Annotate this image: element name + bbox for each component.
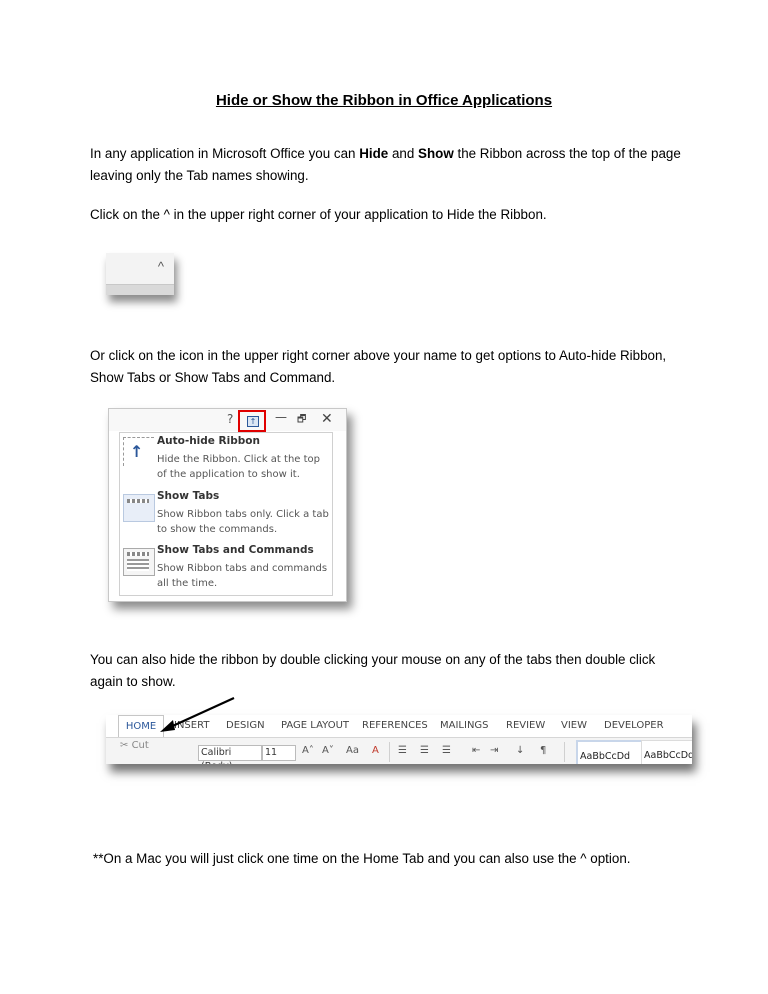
style-no-spacing: AaBbCcDd [641,740,692,764]
style-normal: AaBbCcDd [576,740,644,764]
close-icon: ✕ [321,411,333,427]
menu-item-show-tabs: Show Tabs Show Ribbon tabs only. Click a… [120,490,332,544]
group-divider [389,742,390,762]
font-size-box: 11 [262,745,296,761]
change-case-icon: Aa [346,745,359,756]
scissors-icon: ✂ [120,740,129,751]
sort-icon: ↓ [516,745,525,756]
menu-item-description: Show Ribbon tabs and commands all the ti… [157,563,328,589]
tab-home: HOME [118,715,164,738]
pointer-arrow-icon [160,696,235,732]
double-click-instruction: You can also hide the ribbon by double c… [90,652,656,689]
menu-item-heading: Show Tabs [157,490,220,502]
font-name-box: Calibri (Body) [198,745,262,764]
mac-note: **On a Mac you will just click one time … [93,851,631,866]
tab-mailings: MAILINGS [440,720,489,731]
page-title: Hide or Show the Ribbon in Office Applic… [215,92,553,109]
ribbon-edge [106,284,174,295]
hide-word: Hide [359,146,389,161]
shrink-font-icon: A˅ [322,745,334,756]
caret-instruction: Click on the ^ in the upper right corner… [90,207,547,222]
show-formatting-marks-icon: ¶ [540,745,547,756]
menu-item-description: Hide the Ribbon. Click at the top of the… [157,454,321,480]
menu-item-heading: Auto-hide Ribbon [157,435,260,447]
numbering-icon: ☰ [420,745,429,756]
decrease-indent-icon: ⇤ [472,745,481,756]
increase-indent-icon: ⇥ [490,745,499,756]
icon-instruction: Or click on the icon in the upper right … [90,348,667,385]
ribbon-display-options-screenshot: ? ↑ — 🗗 ✕ ↑ Auto-hide Ribbon Hide the Ri… [108,408,347,602]
help-icon: ? [227,412,234,426]
tab-page-layout: PAGE LAYOUT [281,720,350,731]
tab-review: REVIEW [506,720,546,731]
menu-item-description: Show Ribbon tabs only. Click a tab to sh… [157,509,329,535]
tab-developer: DEVELOPER [604,720,664,731]
minimize-icon: — [275,410,287,424]
bullets-icon: ☰ [398,745,407,756]
ribbon-display-options-icon: ↑ [247,416,259,427]
menu-item-auto-hide-ribbon: ↑ Auto-hide Ribbon Hide the Ribbon. Clic… [120,435,332,489]
ribbon-display-options-button: ↑ [238,410,266,432]
menu-item-show-tabs-and-commands: Show Tabs and Commands Show Ribbon tabs … [120,544,332,598]
group-divider [564,742,565,762]
tabs-only-icon [123,494,155,522]
collapse-ribbon-caret-icon: ^ [157,259,164,274]
tabs-commands-icon [123,548,155,576]
display-options-menu: ↑ Auto-hide Ribbon Hide the Ribbon. Clic… [119,432,333,596]
multilevel-list-icon: ☰ [442,745,451,756]
menu-item-heading: Show Tabs and Commands [157,544,314,556]
caret-screenshot: ^ [106,253,174,295]
grow-font-icon: A˄ [302,745,314,756]
tab-view: VIEW [561,720,587,731]
show-word: Show [418,146,454,161]
clear-formatting-icon: A [372,745,379,756]
intro-paragraph: In any application in Microsoft Office y… [90,146,681,183]
cut-command: ✂ Cut [120,740,149,751]
arrow-up-icon: ↑ [123,437,154,466]
tab-references: REFERENCES [362,720,428,731]
restore-icon: 🗗 [297,414,307,425]
